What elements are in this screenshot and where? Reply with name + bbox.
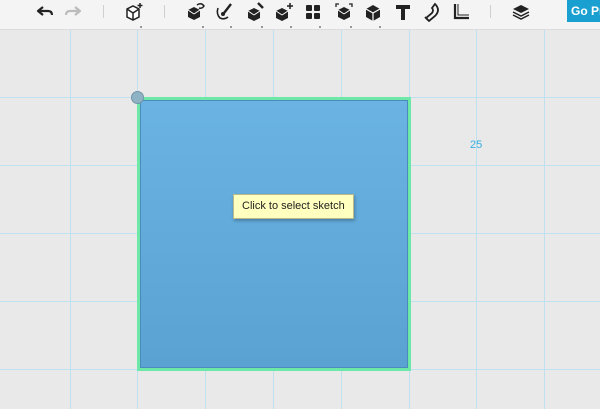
submenu-indicator	[230, 26, 232, 28]
toolbar-separator	[164, 5, 165, 18]
submenu-indicator	[319, 26, 321, 28]
construct-tool-icon	[245, 2, 265, 22]
material-layers-icon	[511, 2, 531, 22]
workplane-canvas[interactable]: Click to select sketch 25	[0, 30, 600, 409]
pattern-tool-icon	[303, 2, 323, 22]
submenu-indicator	[261, 26, 263, 28]
undo-icon	[36, 5, 54, 19]
add-primitive-button[interactable]	[122, 0, 146, 28]
select-sketch-tooltip: Click to select sketch	[233, 194, 354, 219]
submenu-indicator	[140, 26, 142, 28]
paint-brush-icon	[214, 2, 234, 22]
combine-tool-button[interactable]	[361, 0, 385, 28]
modify-tool-icon	[274, 2, 294, 22]
pattern-tool-button[interactable]	[301, 0, 325, 28]
submenu-indicator	[290, 26, 292, 28]
measure-tool-button[interactable]	[449, 0, 473, 24]
construct-tool-button[interactable]	[243, 0, 267, 28]
sketch-tool-icon	[186, 2, 206, 22]
toolbar-separator	[103, 5, 104, 18]
submenu-indicator	[350, 26, 352, 28]
grid-line	[476, 30, 477, 409]
dimension-label: 25	[470, 139, 483, 151]
measure-tool-icon	[452, 3, 470, 21]
submenu-indicator	[202, 26, 204, 28]
main-toolbar: Go Pro	[0, 0, 600, 30]
sketch-origin-handle[interactable]	[131, 91, 144, 104]
toolbar-separator	[490, 5, 491, 18]
text-tool-button[interactable]	[391, 0, 415, 24]
combine-tool-icon	[363, 2, 383, 22]
material-layers-button[interactable]	[509, 0, 533, 24]
add-primitive-icon	[124, 2, 144, 22]
sketch-shape[interactable]	[137, 97, 411, 371]
grid-line	[544, 30, 545, 409]
redo-button[interactable]	[61, 0, 85, 24]
go-pro-button[interactable]: Go Pro	[567, 0, 600, 22]
text-tool-icon	[394, 3, 412, 21]
sketch-tool-button[interactable]	[184, 0, 208, 28]
group-tool-icon	[334, 2, 354, 22]
undo-button[interactable]	[33, 0, 57, 24]
group-tool-button[interactable]	[332, 0, 356, 28]
snap-magnet-icon	[422, 2, 442, 22]
submenu-indicator	[379, 26, 381, 28]
redo-icon	[64, 5, 82, 19]
snap-magnet-button[interactable]	[420, 0, 444, 24]
paint-brush-button[interactable]	[212, 0, 236, 28]
modify-tool-button[interactable]	[272, 0, 296, 28]
grid-line	[70, 30, 71, 409]
